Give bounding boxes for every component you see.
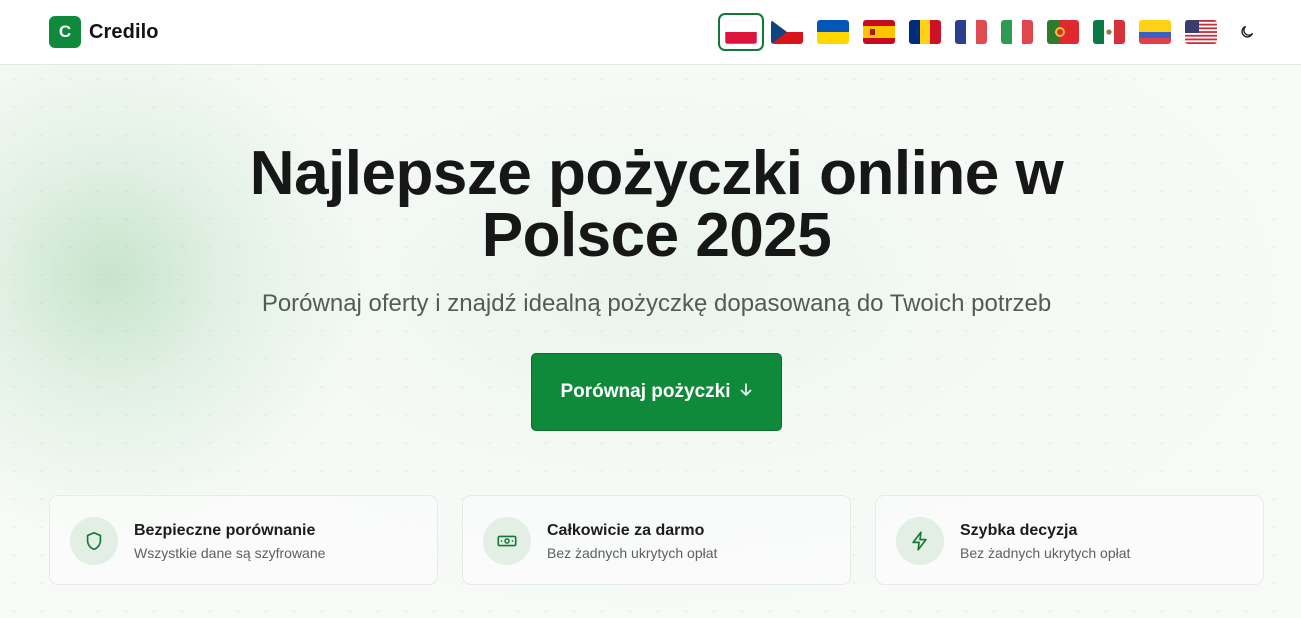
lightning-icon [896, 517, 944, 565]
title-line-1: Najlepsze pożyczki online w [249, 139, 1064, 208]
flag-ukraine-button[interactable] [810, 13, 856, 51]
logo-link[interactable]: C Credilo [49, 16, 159, 48]
flag-spain-button[interactable] [856, 13, 902, 51]
logo-icon: C [49, 16, 81, 48]
feature-card-free: Całkowicie za darmo Bez żadnych ukrytych… [462, 495, 851, 585]
banknote-icon [483, 517, 531, 565]
feature-title: Całkowicie za darmo [547, 522, 705, 539]
flag-mexico-icon [1093, 20, 1125, 44]
flag-czech-button[interactable] [764, 13, 810, 51]
feature-description: Bez żadnych ukrytych opłat [960, 545, 1131, 561]
brand-name: Credilo [89, 20, 159, 43]
flag-ukraine-icon [817, 20, 849, 44]
flag-poland-button[interactable] [718, 13, 764, 51]
flag-romania-button[interactable] [902, 13, 948, 51]
language-selector [718, 13, 1224, 51]
flag-portugal-button[interactable] [1040, 13, 1086, 51]
page-title: Najlepsze pożyczki online w Polsce 2025 [150, 143, 1163, 267]
flag-colombia-icon [1139, 20, 1171, 44]
page-subtitle: Porównaj oferty i znajdź idealną pożyczk… [261, 290, 1052, 317]
flag-france-icon [955, 20, 987, 44]
moon-icon [1241, 26, 1253, 38]
hero-section: Najlepsze pożyczki online w Polsce 2025 … [0, 65, 1301, 618]
flag-poland-icon [725, 20, 757, 44]
flag-spain-icon [863, 20, 895, 44]
feature-description: Wszystkie dane są szyfrowane [134, 545, 326, 561]
theme-toggle-button[interactable] [1236, 21, 1258, 43]
feature-title: Bezpieczne porównanie [134, 522, 316, 539]
flag-mexico-button[interactable] [1086, 13, 1132, 51]
flag-italy-button[interactable] [994, 13, 1040, 51]
flag-portugal-icon [1047, 20, 1079, 44]
compare-loans-label: Porównaj pożyczki [560, 381, 731, 402]
site-header: C Credilo [0, 0, 1301, 65]
title-line-2: Polsce 2025 [481, 201, 832, 270]
feature-description: Bez żadnych ukrytych opłat [547, 545, 718, 561]
features-row: Bezpieczne porównanie Wszystkie dane są … [49, 495, 1265, 585]
feature-title: Szybka decyzja [960, 522, 1078, 539]
flag-france-button[interactable] [948, 13, 994, 51]
compare-loans-button[interactable]: Porównaj pożyczki [531, 353, 782, 431]
flag-usa-icon [1185, 20, 1217, 44]
flag-usa-button[interactable] [1178, 13, 1224, 51]
arrow-down-icon [740, 383, 752, 401]
feature-card-fast: Szybka decyzja Bez żadnych ukrytych opła… [875, 495, 1264, 585]
shield-icon [70, 517, 118, 565]
flag-romania-icon [909, 20, 941, 44]
flag-czech-republic-icon [771, 20, 803, 44]
feature-card-secure: Bezpieczne porównanie Wszystkie dane są … [49, 495, 438, 585]
flag-colombia-button[interactable] [1132, 13, 1178, 51]
flag-italy-icon [1001, 20, 1033, 44]
